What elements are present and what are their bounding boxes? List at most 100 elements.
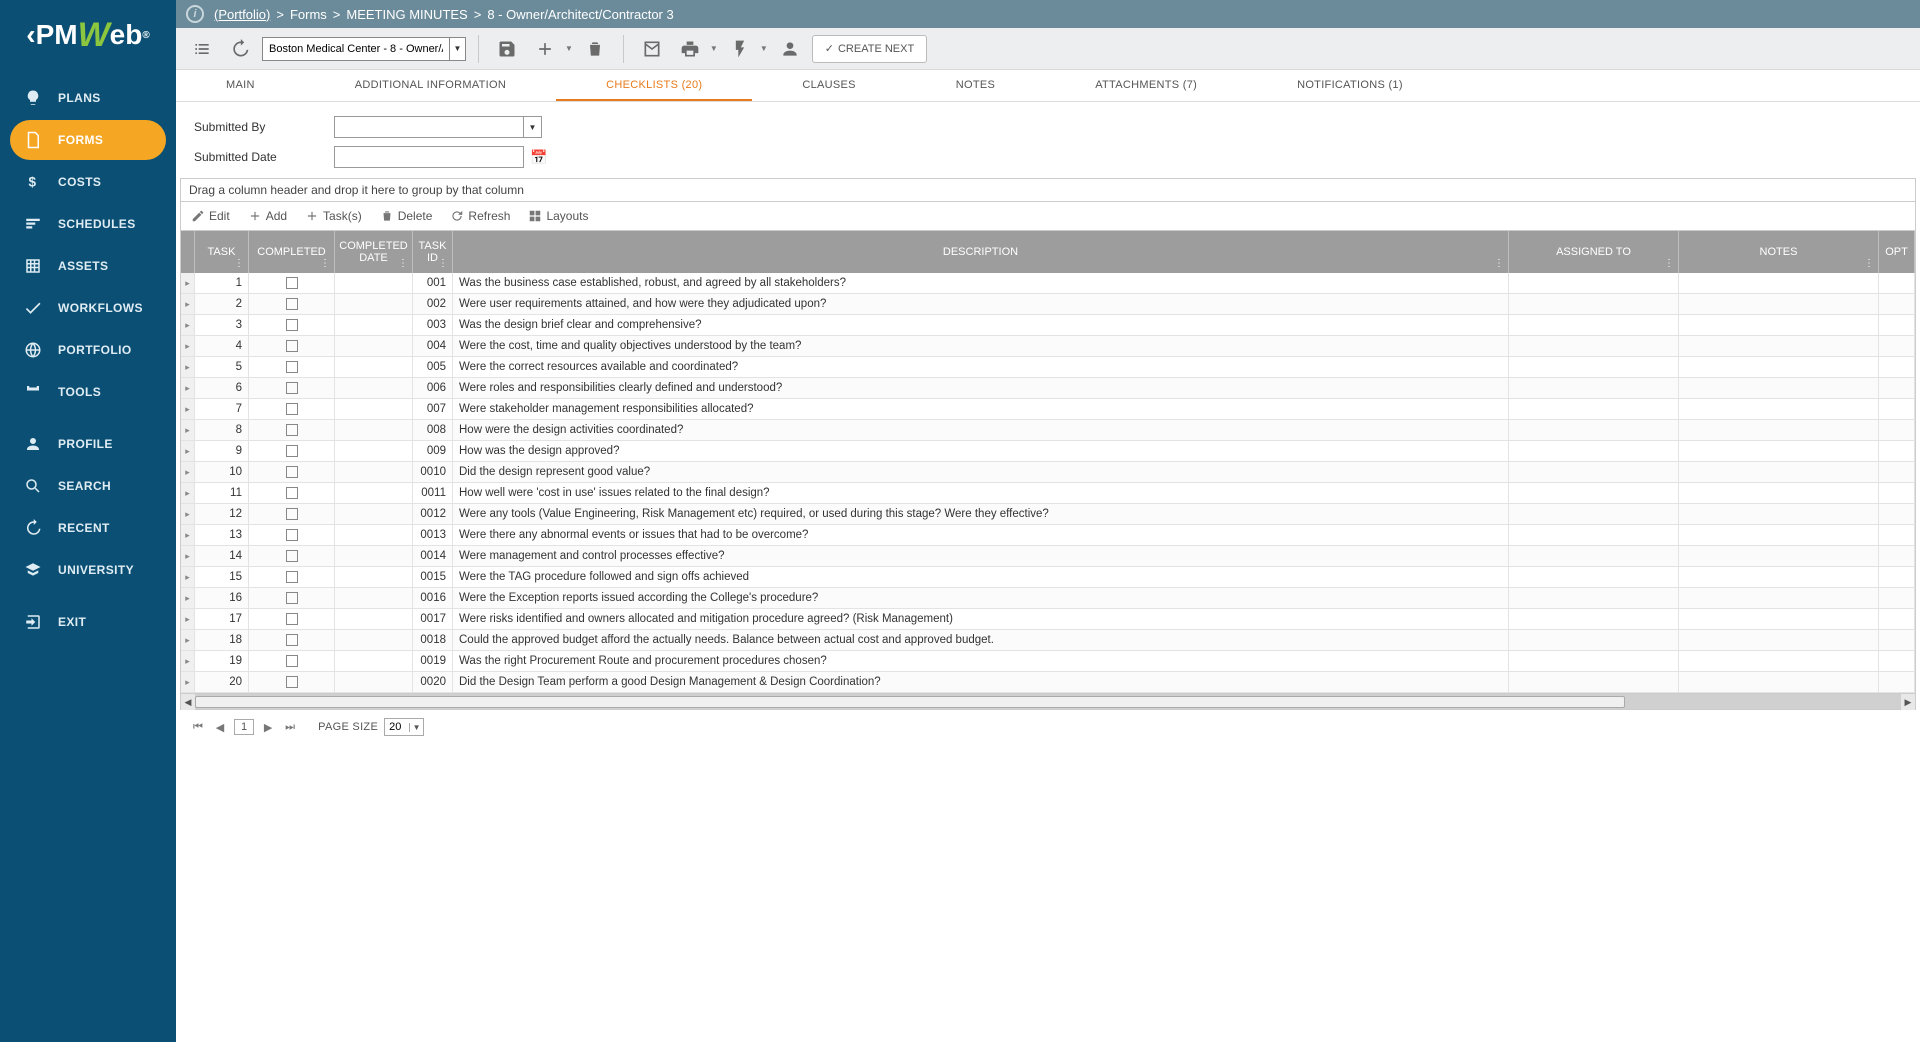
expand-icon[interactable]: ▸ — [181, 546, 195, 566]
project-input[interactable] — [263, 43, 449, 55]
bolt-icon[interactable] — [724, 33, 756, 65]
sidebar-item-exit[interactable]: EXIT — [10, 602, 166, 642]
cell-completed[interactable] — [249, 441, 335, 461]
col-notes[interactable]: NOTES⋮ — [1679, 231, 1879, 273]
cell-completed[interactable] — [249, 651, 335, 671]
chevron-down-icon[interactable]: ▼ — [524, 116, 542, 138]
checkbox-icon[interactable] — [286, 529, 298, 541]
submitted-date-input[interactable] — [334, 146, 524, 168]
table-row[interactable]: ▸1001Was the business case established, … — [181, 273, 1915, 294]
sidebar-item-assets[interactable]: ASSETS — [10, 246, 166, 286]
checkbox-icon[interactable] — [286, 655, 298, 667]
table-row[interactable]: ▸8008How were the design activities coor… — [181, 420, 1915, 441]
expand-icon[interactable]: ▸ — [181, 588, 195, 608]
prev-page-icon[interactable]: ◀ — [212, 719, 228, 735]
sidebar-item-profile[interactable]: PROFILE — [10, 424, 166, 464]
checkbox-icon[interactable] — [286, 634, 298, 646]
col-task[interactable]: TASK⋮ — [195, 231, 249, 273]
page-size-select[interactable]: ▼ — [384, 718, 424, 736]
sidebar-item-schedules[interactable]: SCHEDULES — [10, 204, 166, 244]
sidebar-item-search[interactable]: SEARCH — [10, 466, 166, 506]
person-icon[interactable] — [774, 33, 806, 65]
info-icon[interactable]: i — [186, 5, 204, 23]
sidebar-item-portfolio[interactable]: PORTFOLIO — [10, 330, 166, 370]
cell-completed[interactable] — [249, 672, 335, 692]
cell-completed[interactable] — [249, 462, 335, 482]
table-row[interactable]: ▸130013Were there any abnormal events or… — [181, 525, 1915, 546]
expand-icon[interactable]: ▸ — [181, 462, 195, 482]
checkbox-icon[interactable] — [286, 487, 298, 499]
checkbox-icon[interactable] — [286, 403, 298, 415]
expand-icon[interactable]: ▸ — [181, 441, 195, 461]
page-number[interactable]: 1 — [234, 719, 254, 735]
table-row[interactable]: ▸4004Were the cost, time and quality obj… — [181, 336, 1915, 357]
cell-completed[interactable] — [249, 378, 335, 398]
sidebar-item-tools[interactable]: TOOLS — [10, 372, 166, 412]
expand-icon[interactable]: ▸ — [181, 651, 195, 671]
sidebar-item-costs[interactable]: $COSTS — [10, 162, 166, 202]
table-row[interactable]: ▸160016Were the Exception reports issued… — [181, 588, 1915, 609]
cell-completed[interactable] — [249, 483, 335, 503]
expand-icon[interactable]: ▸ — [181, 567, 195, 587]
table-row[interactable]: ▸140014Were management and control proce… — [181, 546, 1915, 567]
table-row[interactable]: ▸5005Were the correct resources availabl… — [181, 357, 1915, 378]
expand-icon[interactable]: ▸ — [181, 504, 195, 524]
table-row[interactable]: ▸200020Did the Design Team perform a goo… — [181, 672, 1915, 693]
print-dropdown-icon[interactable]: ▼ — [710, 44, 718, 53]
bolt-dropdown-icon[interactable]: ▼ — [760, 44, 768, 53]
col-opt[interactable]: OPT — [1879, 231, 1915, 273]
cell-completed[interactable] — [249, 525, 335, 545]
col-completed[interactable]: COMPLETED⋮ — [249, 231, 335, 273]
checkbox-icon[interactable] — [286, 676, 298, 688]
scroll-left-icon[interactable]: ◀ — [181, 694, 195, 710]
cell-completed[interactable] — [249, 630, 335, 650]
expand-icon[interactable]: ▸ — [181, 357, 195, 377]
last-page-icon[interactable]: ⏭ — [282, 719, 298, 735]
tab-additional-information[interactable]: ADDITIONAL INFORMATION — [305, 70, 556, 101]
sidebar-item-university[interactable]: UNIVERSITY — [10, 550, 166, 590]
expand-icon[interactable]: ▸ — [181, 315, 195, 335]
add-icon[interactable] — [529, 33, 561, 65]
sidebar-item-plans[interactable]: PLANS — [10, 78, 166, 118]
checkbox-icon[interactable] — [286, 550, 298, 562]
cell-completed[interactable] — [249, 399, 335, 419]
table-row[interactable]: ▸120012Were any tools (Value Engineering… — [181, 504, 1915, 525]
chevron-down-icon[interactable]: ▼ — [409, 723, 423, 732]
cell-completed[interactable] — [249, 357, 335, 377]
tab-notes[interactable]: NOTES — [906, 70, 1045, 101]
sidebar-item-workflows[interactable]: WORKFLOWS — [10, 288, 166, 328]
sidebar-item-forms[interactable]: FORMS — [10, 120, 166, 160]
table-row[interactable]: ▸3003Was the design brief clear and comp… — [181, 315, 1915, 336]
crumb-meeting[interactable]: MEETING MINUTES — [346, 7, 467, 22]
scroll-thumb[interactable] — [195, 696, 1625, 708]
cell-completed[interactable] — [249, 588, 335, 608]
expand-icon[interactable]: ▸ — [181, 525, 195, 545]
table-row[interactable]: ▸100010Did the design represent good val… — [181, 462, 1915, 483]
expand-icon[interactable]: ▸ — [181, 483, 195, 503]
expand-icon[interactable]: ▸ — [181, 336, 195, 356]
checkbox-icon[interactable] — [286, 508, 298, 520]
tab-main[interactable]: MAIN — [176, 70, 305, 101]
history-icon[interactable] — [224, 33, 256, 65]
tasks-button[interactable]: Task(s) — [305, 209, 362, 223]
save-icon[interactable] — [491, 33, 523, 65]
table-row[interactable]: ▸180018Could the approved budget afford … — [181, 630, 1915, 651]
cell-completed[interactable] — [249, 546, 335, 566]
delete-button[interactable]: Delete — [380, 209, 433, 223]
checkbox-icon[interactable] — [286, 382, 298, 394]
next-page-icon[interactable]: ▶ — [260, 719, 276, 735]
table-row[interactable]: ▸7007Were stakeholder management respons… — [181, 399, 1915, 420]
add-button[interactable]: Add — [248, 209, 287, 223]
cell-completed[interactable] — [249, 504, 335, 524]
cell-completed[interactable] — [249, 567, 335, 587]
layouts-button[interactable]: Layouts — [528, 209, 588, 223]
checkbox-icon[interactable] — [286, 592, 298, 604]
checkbox-icon[interactable] — [286, 361, 298, 373]
checkbox-icon[interactable] — [286, 424, 298, 436]
cell-completed[interactable] — [249, 420, 335, 440]
mail-icon[interactable] — [636, 33, 668, 65]
scroll-right-icon[interactable]: ▶ — [1901, 694, 1915, 710]
crumb-portfolio[interactable]: (Portfolio) — [214, 7, 270, 22]
expand-icon[interactable]: ▸ — [181, 609, 195, 629]
checkbox-icon[interactable] — [286, 298, 298, 310]
